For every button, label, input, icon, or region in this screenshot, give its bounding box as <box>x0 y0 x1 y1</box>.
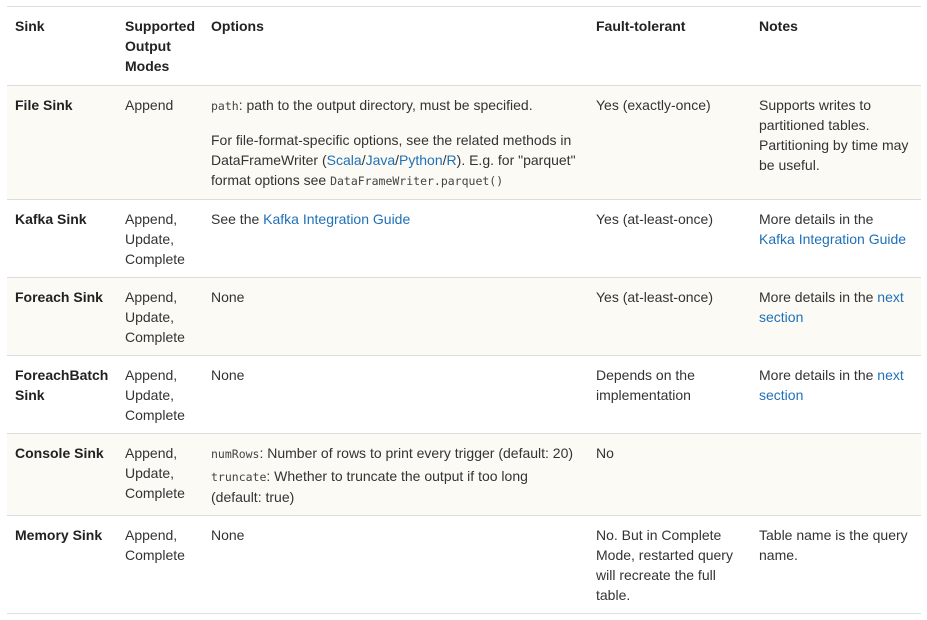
link-kafka-guide-notes[interactable]: Kafka Integration Guide <box>759 231 906 247</box>
cell-sink-name: Foreach Sink <box>7 277 117 356</box>
cell-options: None <box>203 355 588 434</box>
header-notes: Notes <box>751 6 921 86</box>
notes-prefix: More details in the <box>759 367 878 383</box>
header-sink: Sink <box>7 6 117 86</box>
link-r[interactable]: R <box>447 152 457 168</box>
cell-modes: Append, Update, Complete <box>117 199 203 278</box>
cell-sink-name: Memory Sink <box>7 515 117 614</box>
code-numrows: numRows <box>211 447 260 461</box>
cell-options: numRows: Number of rows to print every t… <box>203 433 588 516</box>
notes-prefix: More details in the <box>759 211 874 227</box>
cell-sink-name: File Sink <box>7 85 117 200</box>
cell-sink-name: Kafka Sink <box>7 199 117 278</box>
cell-options: None <box>203 515 588 614</box>
link-scala[interactable]: Scala <box>327 152 362 168</box>
header-options: Options <box>203 6 588 86</box>
sinks-table: Sink Supported Output Modes Options Faul… <box>7 6 921 614</box>
table-row-memory-sink: Memory Sink Append, Complete None No. Bu… <box>7 515 921 614</box>
cell-options: See the Kafka Integration Guide <box>203 199 588 278</box>
notes-prefix: More details in the <box>759 289 878 305</box>
option-truncate: truncate: Whether to truncate the output… <box>211 466 580 507</box>
code-parquet: DataFrameWriter.parquet() <box>330 174 504 188</box>
link-java[interactable]: Java <box>366 152 396 168</box>
option-numrows-text: : Number of rows to print every trigger … <box>259 445 574 461</box>
cell-fault-tolerant: Yes (at-least-once) <box>588 199 751 278</box>
cell-fault-tolerant: Depends on the implementation <box>588 355 751 434</box>
cell-notes: Table name is the query name. <box>751 515 921 614</box>
option-numrows: numRows: Number of rows to print every t… <box>211 443 580 464</box>
cell-notes: More details in the next section <box>751 355 921 434</box>
option-path-text: : path to the output directory, must be … <box>238 97 533 113</box>
link-kafka-guide[interactable]: Kafka Integration Guide <box>263 211 410 227</box>
cell-modes: Append, Update, Complete <box>117 433 203 516</box>
table-row-foreach-sink: Foreach Sink Append, Update, Complete No… <box>7 277 921 356</box>
header-fault-tolerant: Fault-tolerant <box>588 6 751 86</box>
cell-notes: Supports writes to partitioned tables. P… <box>751 85 921 200</box>
option-path: path: path to the output directory, must… <box>211 95 580 116</box>
cell-notes: More details in the Kafka Integration Gu… <box>751 199 921 278</box>
code-path: path <box>211 99 239 113</box>
options-prefix: See the <box>211 211 264 227</box>
cell-fault-tolerant: Yes (at-least-once) <box>588 277 751 356</box>
cell-modes: Append <box>117 85 203 200</box>
link-python[interactable]: Python <box>399 152 443 168</box>
cell-notes <box>751 433 921 516</box>
cell-fault-tolerant: No <box>588 433 751 516</box>
cell-fault-tolerant: Yes (exactly-once) <box>588 85 751 200</box>
cell-notes: More details in the next section <box>751 277 921 356</box>
table-row-kafka-sink: Kafka Sink Append, Update, Complete See … <box>7 199 921 278</box>
cell-sink-name: ForeachBatch Sink <box>7 355 117 434</box>
table-row-console-sink: Console Sink Append, Update, Complete nu… <box>7 433 921 516</box>
header-modes: Supported Output Modes <box>117 6 203 86</box>
cell-modes: Append, Update, Complete <box>117 277 203 356</box>
cell-options: path: path to the output directory, must… <box>203 85 588 200</box>
table-row-file-sink: File Sink Append path: path to the outpu… <box>7 85 921 200</box>
cell-modes: Append, Complete <box>117 515 203 614</box>
cell-fault-tolerant: No. But in Complete Mode, restarted quer… <box>588 515 751 614</box>
cell-options: None <box>203 277 588 356</box>
cell-modes: Append, Update, Complete <box>117 355 203 434</box>
cell-sink-name: Console Sink <box>7 433 117 516</box>
header-row: Sink Supported Output Modes Options Faul… <box>7 6 921 86</box>
table-row-foreachbatch-sink: ForeachBatch Sink Append, Update, Comple… <box>7 355 921 434</box>
option-format: For file-format-specific options, see th… <box>211 132 576 188</box>
code-truncate: truncate <box>211 470 267 484</box>
